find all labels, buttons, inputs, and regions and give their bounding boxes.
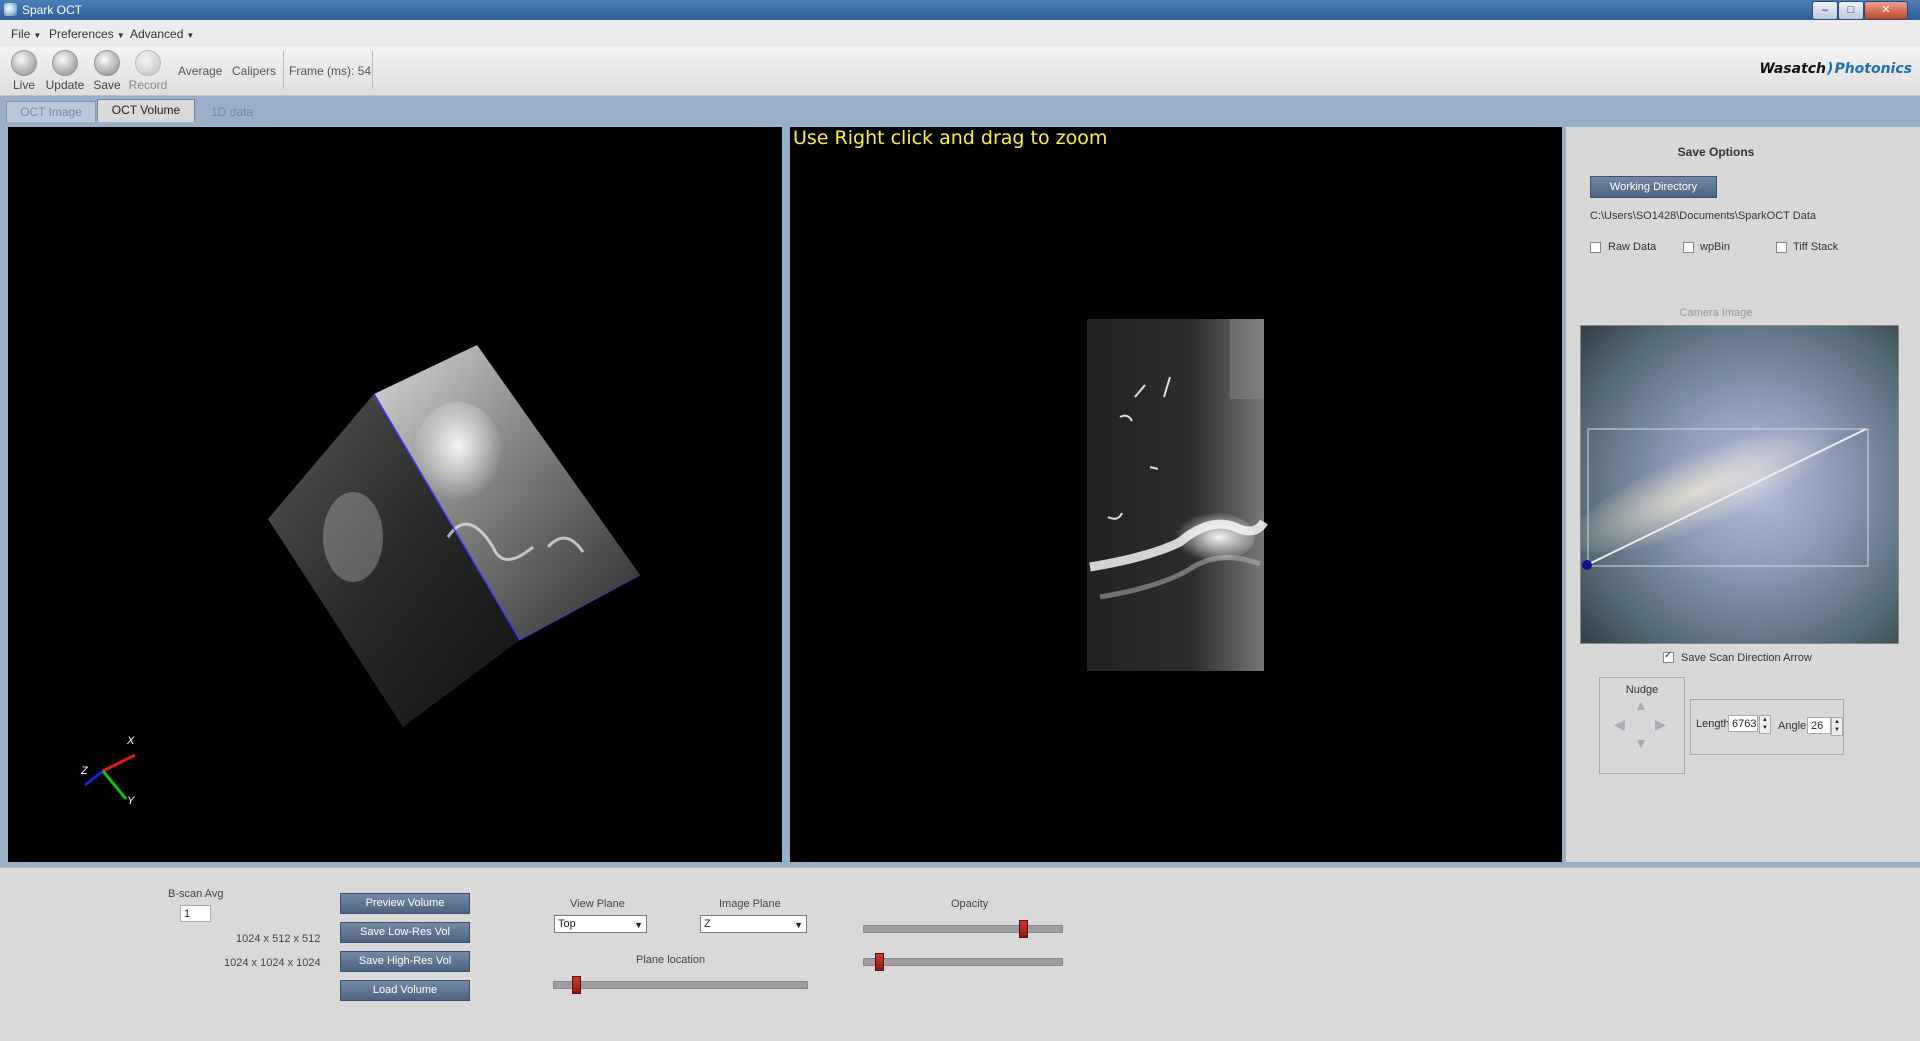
nudge-right-button[interactable]: ▶ [1655,716,1666,733]
toolbar: Live Update Save Record Average Calipers… [0,47,1920,96]
preview-volume-button[interactable]: Preview Volume [340,893,470,914]
calipers-button[interactable]: Calipers [232,64,276,78]
tab-1d-data[interactable]: 1D data [196,101,268,123]
view-plane-select[interactable]: Top ▼ [554,915,647,933]
image-plane-select[interactable]: Z ▼ [700,915,807,933]
volume-render [84,345,641,800]
axis-y-label: Y [127,795,135,807]
checkmark-icon: ✓ [1664,650,1673,661]
high-res-size: 1024 x 1024 x 1024 [224,957,321,969]
plane-location-slider[interactable] [553,981,808,989]
save-scan-arrow-checkbox[interactable]: ✓ [1663,650,1674,663]
update-button[interactable]: Update [45,50,85,92]
window-title: Spark OCT [22,3,83,17]
volume-3d-view[interactable]: X Y Z [8,127,782,862]
tiff-stack-checkbox[interactable] [1776,242,1787,253]
slice-highlight [1165,512,1255,562]
bscan-avg-label: B-scan Avg [168,888,224,900]
app-icon [4,3,17,16]
save-options-title: Save Options [1677,145,1755,159]
chevron-down-icon: ▼ [186,31,195,40]
working-directory-button[interactable]: Working Directory [1590,176,1717,198]
wpbin-checkbox[interactable] [1683,242,1694,253]
chevron-down-icon: ▼ [794,920,803,930]
slice-texture [1230,319,1264,399]
menu-file[interactable]: File ▼ [11,27,41,41]
close-button[interactable]: ✕ [1864,1,1908,20]
nudge-title: Nudge [1625,684,1659,696]
menu-advanced[interactable]: Advanced ▼ [130,27,194,41]
record-button[interactable]: Record [128,50,168,92]
live-button[interactable]: Live [10,50,38,92]
raw-data-checkbox[interactable] [1590,242,1601,253]
working-directory-path: C:\Users\SO1428\Documents\SparkOCT Data [1590,210,1816,222]
axis-x-label: X [127,735,135,747]
save-icon [94,50,120,76]
tab-strip: OCT Image OCT Volume 1D data [0,96,1920,123]
opacity-label: Opacity [951,898,989,910]
opacity-thumb[interactable] [1019,920,1029,938]
maximize-button[interactable]: □ [1838,1,1864,20]
frame-time: Frame (ms): 54 [289,64,372,78]
view-plane-label: View Plane [570,898,625,910]
slice-render [1087,319,1268,671]
axis-z-label: Z [81,765,88,777]
chevron-down-icon: ▼ [116,31,125,40]
save-high-res-button[interactable]: Save High-Res Vol [340,951,470,972]
volume-highlight [323,492,383,582]
camera-image[interactable] [1580,325,1899,644]
raw-data-label: Raw Data [1608,241,1657,253]
angle-spinner[interactable]: ▲ ▼ [1831,717,1843,736]
load-volume-button[interactable]: Load Volume [340,980,470,1001]
camera-image-title: Camera Image [1679,307,1753,319]
opacity-slider[interactable] [863,925,1063,933]
wpbin-label: wpBin [1700,241,1730,253]
length-spinner[interactable]: ▲ ▼ [1759,715,1771,734]
wasatch-logo: Wasatch)Photonics [1759,61,1912,77]
menu-preferences[interactable]: Preferences ▼ [49,27,125,41]
length-field[interactable]: 6763 [1728,715,1758,732]
save-options-panel: Save Options Working Directory C:\Users\… [1566,127,1920,862]
zoom-hint: Use Right click and drag to zoom [793,127,1108,149]
refresh-icon [52,50,78,76]
tab-oct-image[interactable]: OCT Image [6,101,96,123]
save-button[interactable]: Save [93,50,121,92]
camera-icon [11,50,37,76]
volume-controls: B-scan Avg 1 1024 x 512 x 512 1024 x 102… [0,867,1920,1041]
camera-image-render [1581,326,1898,643]
save-scan-arrow-label: Save Scan Direction Arrow [1681,652,1812,664]
angle-field[interactable]: 26 [1807,717,1831,734]
tiff-stack-label: Tiff Stack [1793,241,1839,253]
plane-location-label: Plane location [636,954,706,966]
image-plane-label: Image Plane [719,898,781,910]
minimize-button[interactable]: ‒ [1812,1,1838,20]
chevron-down-icon: ▼ [634,920,643,930]
tab-oct-volume[interactable]: OCT Volume [97,99,195,123]
opacity-thumb-secondary[interactable] [874,953,884,971]
length-label: Length [1696,718,1730,730]
axes-gizmo [84,753,136,800]
save-low-res-button[interactable]: Save Low-Res Vol [340,922,470,943]
title-bar: Spark OCT ‒ □ ✕ [0,0,1920,20]
nudge-group: Nudge ▲ ▼ ◀ ▶ [1599,677,1685,774]
slice-2d-view[interactable] [790,127,1562,862]
angle-label: Angle [1778,720,1807,732]
low-res-size: 1024 x 512 x 512 [236,933,321,945]
nudge-down-button[interactable]: ▼ [1634,735,1648,751]
length-angle-group: Length 6763 ▲ ▼ Angle 26 ▲ ▼ [1690,699,1844,755]
toolbar-divider [283,51,284,89]
nudge-up-button[interactable]: ▲ [1634,697,1648,713]
average-button[interactable]: Average [178,64,222,78]
scan-start-handle[interactable] [1582,560,1592,570]
volume-highlight [413,402,503,512]
chevron-down-icon: ▼ [33,31,42,40]
record-icon [135,50,161,76]
bscan-avg-field[interactable]: 1 [180,905,211,922]
menu-bar: File ▼ Preferences ▼ Advanced ▼ [0,20,1920,47]
toolbar-divider [372,51,373,89]
plane-location-thumb[interactable] [571,976,581,994]
nudge-left-button[interactable]: ◀ [1614,716,1625,733]
opacity-slider-secondary[interactable] [863,958,1063,966]
